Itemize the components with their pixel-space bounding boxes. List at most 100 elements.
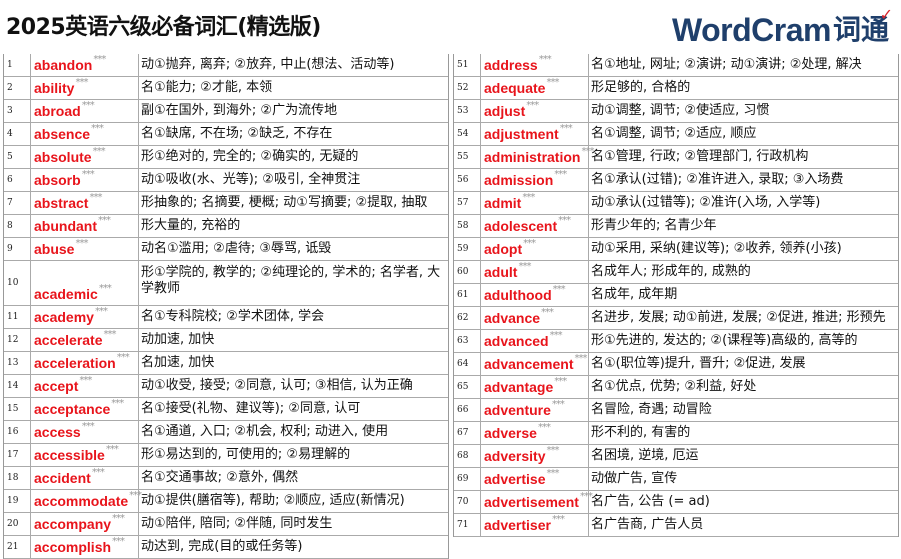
- word-cell: adulthood ***: [481, 284, 589, 306]
- frequency-stars: ***: [554, 376, 567, 387]
- definition: 形①先进的, 发达的; ②(课程等)高级的, 高等的: [591, 333, 858, 348]
- table-row: 53 adjust *** 动①调整, 调节; ②使适应, 习惯: [454, 100, 898, 123]
- headword: accident: [34, 470, 91, 486]
- definition: 形青少年的; 名青少年: [591, 218, 717, 233]
- definition: 名加速, 加快: [141, 355, 215, 370]
- row-number: 5: [4, 146, 31, 168]
- headword: advertise: [484, 471, 546, 487]
- headword: adopt: [484, 241, 523, 257]
- table-row: 51 address *** 名①地址, 网址; ②演讲; 动①演讲; ②处理, 解决: [454, 54, 898, 77]
- table-row: 67 adverse *** 形不利的, 有害的: [454, 422, 898, 445]
- definition: 名①能力; ②才能, 本领: [141, 80, 273, 95]
- frequency-stars: ***: [523, 238, 536, 249]
- definition: 动①提供(膳宿等), 帮助; ②顺应, 适应(新情况): [141, 493, 405, 508]
- word-cell: address ***: [481, 54, 589, 76]
- table-row: 56 admission *** 名①承认(过错); ②准许进入, 录取; ③入场费: [454, 169, 898, 192]
- vocab-table-right: 51 address *** 名①地址, 网址; ②演讲; 动①演讲; ②处理, 解决…: [453, 54, 899, 537]
- headword: abuse: [34, 241, 75, 257]
- word-cell: access ***: [31, 421, 139, 443]
- definition: 名①接受(礼物、建议等); ②同意, 认可: [141, 401, 361, 416]
- row-number: 66: [454, 399, 481, 421]
- headword: address: [484, 57, 538, 73]
- check-mark-icon: ✓: [879, 5, 893, 24]
- definition: 动①承认(过错等); ②准许(入场, 入学等): [591, 195, 821, 210]
- headword: acceptance: [34, 401, 111, 417]
- frequency-stars: ***: [537, 422, 551, 433]
- row-number: 15: [4, 398, 31, 420]
- table-row: 62 advance *** 名进步, 发展; 动①前进, 发展; ②促进, 推进; …: [454, 307, 898, 330]
- frequency-stars: ***: [526, 100, 539, 111]
- definition: 动①陪伴, 陪同; ②伴随, 同时发生: [141, 516, 333, 531]
- row-number: 17: [4, 444, 31, 466]
- headword: academy: [34, 309, 94, 325]
- headword: accompany: [34, 516, 112, 532]
- table-row: 9 abuse *** 动名①滥用; ②虐待; ③辱骂, 诋毁: [4, 238, 448, 261]
- row-number: 63: [454, 330, 481, 352]
- word-cell: admission ***: [481, 169, 589, 191]
- word-cell: admit ***: [481, 192, 589, 214]
- definition: 动①采用, 采纳(建议等); ②收养, 领养(小孩): [591, 241, 842, 256]
- row-number: 68: [454, 445, 481, 467]
- frequency-stars: ***: [89, 192, 102, 203]
- table-row: 69 advertise *** 动做广告, 宣传: [454, 468, 898, 491]
- definition: 名①承认(过错); ②准许进入, 录取; ③入场费: [591, 172, 844, 187]
- word-cell: advertisement ***: [481, 491, 593, 513]
- definition: 动加速, 加快: [141, 332, 215, 347]
- row-number: 6: [4, 169, 31, 191]
- definition: 动①收受, 接受; ②同意, 认可; ③相信, 认为正确: [141, 378, 413, 393]
- vocab-table-left: 1 abandon *** 动①抛弃, 离弃; ②放弃, 中止(想法、活动等) 2 abi…: [3, 54, 449, 559]
- word-cell: absence ***: [31, 123, 139, 145]
- frequency-stars: ***: [105, 444, 119, 455]
- word-cell: accident ***: [31, 467, 139, 489]
- word-cell: adjust ***: [481, 100, 589, 122]
- table-row: 12 accelerate *** 动加速, 加快: [4, 329, 448, 352]
- headword: absorb: [34, 172, 81, 188]
- table-row: 64 advancement *** 名①(职位等)提升, 晋升; ②促进, 发展: [454, 353, 898, 376]
- table-row: 15 acceptance *** 名①接受(礼物、建议等); ②同意, 认可: [4, 398, 448, 421]
- definition: 动①吸收(水、光等); ②吸引, 全神贯注: [141, 172, 361, 187]
- row-number: 20: [4, 513, 31, 535]
- table-row: 17 accessible *** 形①易达到的, 可使用的; ②易理解的: [4, 444, 448, 467]
- headword: accept: [34, 378, 79, 394]
- word-cell: academy ***: [31, 306, 139, 328]
- table-row: 1 abandon *** 动①抛弃, 离弃; ②放弃, 中止(想法、活动等): [4, 54, 448, 77]
- headword: advance: [484, 310, 541, 326]
- word-cell: administration ***: [481, 146, 594, 168]
- row-number: 1: [4, 54, 31, 76]
- headword: adversity: [484, 448, 546, 464]
- word-cell: abstract ***: [31, 192, 139, 214]
- row-number: 55: [454, 146, 481, 168]
- table-row: 61 adulthood *** 名成年, 成年期: [454, 284, 898, 307]
- row-number: 54: [454, 123, 481, 145]
- word-cell: acceptance ***: [31, 398, 139, 420]
- frequency-stars: ***: [549, 330, 563, 341]
- definition: 名广告, 公告 (= ad): [591, 494, 710, 509]
- row-number: 60: [454, 261, 481, 283]
- word-cell: advancement ***: [481, 353, 589, 375]
- row-number: 67: [454, 422, 481, 444]
- frequency-stars: ***: [103, 329, 117, 340]
- table-row: 5 absolute *** 形①绝对的, 完全的; ②确实的, 无疑的: [4, 146, 448, 169]
- table-row: 54 adjustment *** 名①调整, 调节; ②适应, 顺应: [454, 123, 898, 146]
- headword: abroad: [34, 103, 81, 119]
- row-number: 7: [4, 192, 31, 214]
- definition: 形①学院的, 教学的; ②纯理论的, 学术的; 名学者, 大学教师: [141, 265, 441, 296]
- frequency-stars: ***: [559, 123, 573, 134]
- table-row: 21 accomplish *** 动达到, 完成(目的或任务等): [4, 536, 448, 559]
- frequency-stars: ***: [81, 100, 95, 111]
- headword: adolescent: [484, 218, 558, 234]
- table-row: 60 adult *** 名成年人; 形成年的, 成熟的: [454, 261, 898, 284]
- headword: academic: [34, 286, 98, 302]
- row-number: 70: [454, 491, 481, 513]
- headword: advancement: [484, 356, 574, 372]
- headword: admit: [484, 195, 522, 211]
- wordcram-logo: WordCram ✓ 词通: [672, 5, 893, 47]
- row-number: 71: [454, 514, 481, 536]
- word-cell: advanced ***: [481, 330, 589, 352]
- table-row: 71 advertiser *** 名广告商, 广告人员: [454, 514, 898, 537]
- headword: administration: [484, 149, 581, 165]
- word-cell: academic ***: [31, 261, 139, 305]
- frequency-stars: ***: [552, 284, 566, 295]
- table-row: 2 ability *** 名①能力; ②才能, 本领: [4, 77, 448, 100]
- headword: adjustment: [484, 126, 559, 142]
